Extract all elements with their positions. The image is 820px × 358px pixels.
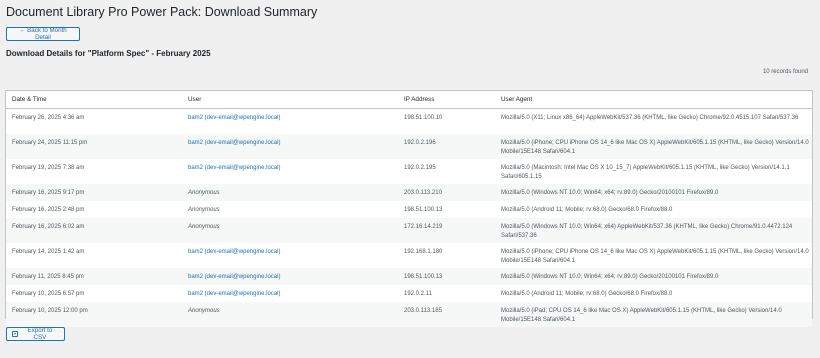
cell-user-agent: Mozilla/5.0 (iPhone; CPU iPhone OS 14_6 …: [501, 140, 809, 155]
cell-date: February 16, 2025 6:02 am: [12, 224, 85, 230]
cell-date: February 24, 2025 11:15 pm: [12, 140, 88, 146]
back-to-month-detail-button[interactable]: ← Back to Month Detail: [6, 27, 80, 41]
table-row: February 11, 2025 8:45 pm bam2 (dev-email…: [6, 268, 812, 285]
column-header-date: Date & Time: [12, 96, 47, 103]
user-link[interactable]: bam2 (dev-email@wpengine.local): [188, 290, 280, 299]
cell-user-agent: Mozilla/5.0 (Android 11; Mobile; rv:68.0…: [501, 207, 673, 213]
cell-ip-address: 172.16.14.219: [404, 224, 443, 230]
cell-user-agent: Mozilla/5.0 (iPhone; CPU iPhone OS 14_6 …: [501, 249, 809, 264]
cell-ip-address: 192.0.2.11: [404, 291, 432, 297]
table-row: February 16, 2025 2:48 pm Anonymous 198.51…: [6, 201, 812, 218]
table-row: February 26, 2025 4:36 am bam2 (dev-email…: [6, 109, 812, 134]
downloads-table: Date & Time User IP Address User Agent F…: [5, 90, 813, 327]
cell-ip-address: 198.51.100.13: [404, 207, 443, 213]
user-link[interactable]: bam2 (dev-email@wpengine.local): [188, 248, 280, 257]
user-anonymous: Anonymous: [188, 207, 220, 213]
table-row: February 10, 2025 6:57 pm bam2 (dev-email…: [6, 285, 812, 302]
export-csv-button[interactable]: Export to CSV: [6, 327, 65, 341]
table-header: Date & Time User IP Address User Agent: [6, 91, 812, 109]
user-anonymous: Anonymous: [188, 224, 220, 230]
page-title: Document Library Pro Power Pack: Downloa…: [6, 5, 318, 19]
cell-date: February 14, 2025 1:42 am: [12, 249, 85, 255]
cell-date: February 10, 2025 6:57 pm: [12, 291, 85, 297]
user-link[interactable]: bam2 (dev-email@wpengine.local): [188, 164, 280, 173]
cell-user-agent: Mozilla/5.0 (Windows NT 10.0; Win64; x64…: [501, 224, 793, 239]
cell-date: February 10, 2025 12:00 pm: [12, 308, 88, 314]
user-link[interactable]: bam2 (dev-email@wpengine.local): [188, 273, 280, 282]
cell-user-agent: Mozilla/5.0 (Android 11; Mobile; rv:68.0…: [501, 291, 673, 297]
cell-ip-address: 198.51.100.13: [404, 274, 443, 280]
table-row: February 24, 2025 11:15 pm bam2 (dev-emai…: [6, 134, 812, 159]
records-count: 10 records found: [762, 69, 808, 75]
table-row: February 16, 2025 6:02 am Anonymous 172.16…: [6, 218, 812, 243]
cell-ip-address: 192.0.2.195: [404, 165, 436, 171]
download-details-heading: Download Details for "Platform Spec" - F…: [6, 49, 211, 58]
cell-date: February 16, 2025 2:48 pm: [12, 207, 85, 213]
cell-ip-address: 192.0.2.196: [404, 140, 436, 146]
user-link[interactable]: bam2 (dev-email@wpengine.local): [188, 139, 280, 148]
cell-ip-address: 203.0.113.210: [404, 190, 442, 196]
cell-date: February 16, 2025 9:17 pm: [12, 190, 85, 196]
table-row: February 10, 2025 12:00 pm Anonymous 203.0…: [6, 302, 812, 327]
cell-date: February 26, 2025 4:36 am: [12, 115, 85, 121]
cell-ip-address: 203.0.113.185: [404, 308, 442, 314]
download-icon: [12, 330, 18, 338]
cell-user-agent: Mozilla/5.0 (Macintosh; Intel Mac OS X 1…: [501, 165, 790, 180]
cell-user-agent: Mozilla/5.0 (X11; Linux x86_64) AppleWeb…: [501, 115, 799, 121]
table-row: February 16, 2025 9:17 pm Anonymous 203.0.…: [6, 184, 812, 201]
cell-user-agent: Mozilla/5.0 (Windows NT 10.0; Win64; x64…: [501, 190, 719, 196]
column-header-ip: IP Address: [404, 96, 435, 103]
cell-user-agent: Mozilla/5.0 (iPad; CPU OS 14_6 like Mac …: [501, 308, 782, 323]
cell-ip-address: 198.51.100.10: [404, 115, 443, 121]
column-header-user: User: [188, 96, 202, 103]
cell-date: February 11, 2025 8:45 pm: [12, 274, 84, 280]
column-header-user-agent: User Agent: [501, 96, 533, 103]
cell-user-agent: Mozilla/5.0 (Windows NT 10.0; Win64; x64…: [501, 274, 719, 280]
cell-ip-address: 192.168.1.180: [404, 249, 443, 255]
user-anonymous: Anonymous: [188, 308, 220, 314]
user-link[interactable]: bam2 (dev-email@wpengine.local): [188, 114, 280, 123]
export-button-label: Export to CSV: [27, 327, 53, 341]
table-row: February 14, 2025 1:42 am bam2 (dev-email…: [6, 243, 812, 268]
back-button-label: ← Back to Month Detail: [19, 27, 67, 41]
table-row: February 19, 2025 7:38 am bam2 (dev-email…: [6, 159, 812, 184]
cell-date: February 19, 2025 7:38 am: [12, 165, 85, 171]
user-anonymous: Anonymous: [188, 190, 220, 196]
